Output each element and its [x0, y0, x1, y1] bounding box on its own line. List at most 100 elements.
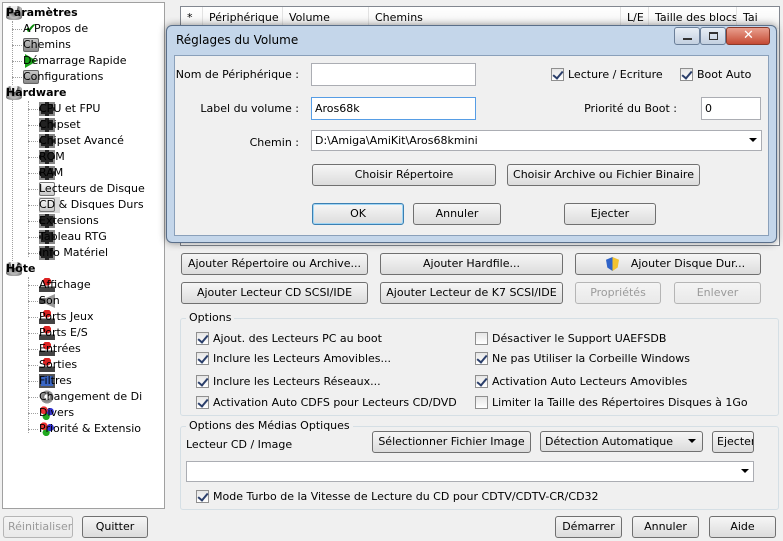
tree-item-5[interactable]: Configurations: [23, 69, 103, 85]
tree-item-22[interactable]: Entrées: [39, 341, 81, 357]
tree-item-25[interactable]: Changement de Di: [39, 389, 142, 405]
tree-item-14[interactable]: Extensions: [39, 213, 99, 229]
choose-directory-button[interactable]: Choisir Répertoire: [312, 164, 496, 186]
checkbox-box[interactable]: [680, 67, 693, 81]
option-network-drives-checkbox[interactable]: Inclure les Lecteurs Réseaux...: [196, 373, 381, 389]
option-removable-drives-checkbox[interactable]: Inclure les Lecteurs Amovibles...: [196, 350, 391, 366]
volume-label-input[interactable]: Aros68k: [311, 97, 476, 120]
minimize-icon: [683, 38, 692, 40]
tree-item-26[interactable]: Divers: [39, 405, 74, 421]
path-select[interactable]: D:\Amiga\AmiKit\Aros68kmini: [311, 130, 762, 151]
add-directory-button[interactable]: Ajouter Répertoire ou Archive...: [181, 253, 368, 275]
tree-item-4[interactable]: Démarrage Rapide: [23, 53, 126, 69]
tree-item-1[interactable]: Paramètres: [6, 5, 78, 21]
tree-item-label: Ports Jeux: [39, 310, 94, 323]
tree-item-6[interactable]: Hardware: [6, 85, 66, 101]
tree-item-16[interactable]: Info Matériel: [39, 245, 108, 261]
optical-eject-button[interactable]: Ejecter: [712, 431, 754, 453]
start-button[interactable]: Démarrer: [555, 516, 622, 538]
shield-icon: [606, 257, 619, 271]
tree-item-8[interactable]: Chipset: [39, 117, 81, 133]
tree-item-9[interactable]: Chipset Avancé: [39, 133, 124, 149]
tree-item-label: Filtres: [39, 374, 72, 387]
tree-item-label: Changement de Di: [39, 390, 143, 403]
checkbox-label: Inclure les Lecteurs Amovibles...: [213, 351, 392, 365]
minimize-button[interactable]: [674, 27, 700, 45]
tree-item-label: Démarrage Rapide: [23, 54, 127, 67]
quit-button[interactable]: Quitter: [82, 516, 148, 538]
help-button[interactable]: Aide: [709, 516, 776, 538]
checkbox-label: Activation Auto CDFS pour Lecteurs CD/DV…: [213, 395, 457, 409]
tree-item-label: Priorité & Extensio: [39, 422, 142, 435]
checkbox-box[interactable]: [475, 395, 488, 409]
maximize-icon: [709, 32, 718, 40]
tree-item-20[interactable]: Ports Jeux: [39, 309, 94, 325]
tree-item-13[interactable]: CD & Disques Durs: [39, 197, 144, 213]
add-harddrive-button[interactable]: Ajouter Disque Dur...: [575, 253, 761, 275]
tree-item-2[interactable]: ✔ A Propos de: [23, 21, 88, 37]
readwrite-checkbox[interactable]: Lecture / Ecriture: [551, 66, 663, 82]
tree-item-12[interactable]: Lecteurs de Disque: [39, 181, 145, 197]
tree-item-7[interactable]: CPU et FPU: [39, 101, 100, 117]
footer-cancel-button[interactable]: Annuler: [632, 516, 699, 538]
add-tape-drive-button[interactable]: Ajouter Lecteur de K7 SCSI/IDE: [380, 282, 563, 304]
choose-archive-button[interactable]: Choisir Archive ou Fichier Binaire: [507, 164, 700, 186]
option-disable-uaefsdb-checkbox[interactable]: Désactiver le Support UAEFSDB: [475, 330, 666, 346]
maximize-button[interactable]: [700, 27, 726, 45]
tree-item-18[interactable]: Affichage: [39, 277, 91, 293]
option-limit-dir-size-checkbox[interactable]: Limiter la Taille des Répertoires Disque…: [475, 394, 748, 410]
add-cd-drive-button[interactable]: Ajouter Lecteur CD SCSI/IDE: [181, 282, 368, 304]
checkbox-label: Activation Auto Lecteurs Amovibles: [492, 374, 688, 388]
tree-item-3[interactable]: Chemins: [23, 37, 71, 53]
option-add-pc-drives-checkbox[interactable]: Ajout. des Lecteurs PC au boot: [196, 330, 382, 346]
checkbox-box[interactable]: [551, 67, 564, 81]
checkbox-box[interactable]: [196, 489, 209, 503]
chevron-down-icon: [749, 138, 757, 142]
checkbox-label: Ne pas Utiliser la Corbeille Windows: [492, 351, 691, 365]
checkbox-box[interactable]: [475, 331, 488, 345]
select-image-file-button[interactable]: Sélectionner Fichier Image: [372, 431, 531, 453]
checkbox-box[interactable]: [475, 351, 488, 365]
tree-item-label: Tableau RTG: [39, 230, 107, 243]
checkbox-label: Ajout. des Lecteurs PC au boot: [213, 331, 382, 345]
dialog-cancel-button[interactable]: Annuler: [413, 203, 501, 225]
tree-item-17[interactable]: Hôte: [6, 261, 35, 277]
tree-item-label: Info Matériel: [39, 246, 109, 259]
tree-item-23[interactable]: Sorties: [39, 357, 77, 373]
tree-item-24[interactable]: Filtres: [39, 373, 72, 389]
ok-button[interactable]: OK: [312, 203, 404, 225]
settings-tree[interactable]: Paramètres ✔ A Propos de Chemins Démarrage R…: [2, 2, 165, 509]
checkbox-box[interactable]: [196, 351, 209, 365]
checkbox-box[interactable]: [196, 395, 209, 409]
tree-item-label: Affichage: [39, 278, 91, 291]
cd-image-label: Lecteur CD / Image: [186, 438, 293, 451]
tree-item-label: Sorties: [39, 358, 78, 371]
checkbox-box[interactable]: [475, 374, 488, 388]
detection-mode-select[interactable]: Détection Automatique: [540, 431, 703, 452]
option-auto-cdfs-checkbox[interactable]: Activation Auto CDFS pour Lecteurs CD/DV…: [196, 394, 457, 410]
option-auto-removable-checkbox[interactable]: Activation Auto Lecteurs Amovibles: [475, 373, 687, 389]
tree-item-21[interactable]: Ports E/S: [39, 325, 88, 341]
properties-button[interactable]: Propriétés: [575, 282, 661, 304]
tree-item-19[interactable]: Son: [39, 293, 60, 309]
tree-item-10[interactable]: ROM: [39, 149, 65, 165]
tree-item-label: Configurations: [23, 70, 104, 83]
dialog-eject-button[interactable]: Ejecter: [564, 203, 656, 225]
bootauto-checkbox[interactable]: Boot Auto: [680, 66, 751, 82]
remove-button[interactable]: Enlever: [674, 282, 761, 304]
checkbox-label: Limiter la Taille des Répertoires Disque…: [492, 395, 748, 409]
boot-priority-input[interactable]: 0: [701, 97, 761, 120]
add-hardfile-button[interactable]: Ajouter Hardfile...: [380, 253, 563, 275]
checkbox-box[interactable]: [196, 331, 209, 345]
tree-item-11[interactable]: RAM: [39, 165, 63, 181]
cd-image-path-select[interactable]: [186, 461, 754, 482]
close-button[interactable]: ✕: [726, 27, 770, 45]
tree-item-15[interactable]: Tableau RTG: [39, 229, 107, 245]
tree-item-27[interactable]: Priorité & Extensio: [39, 421, 141, 437]
turbo-cd-read-checkbox[interactable]: Mode Turbo de la Vitesse de Lecture du C…: [196, 488, 599, 504]
option-no-recycle-bin-checkbox[interactable]: Ne pas Utiliser la Corbeille Windows: [475, 350, 690, 366]
device-name-input[interactable]: [311, 63, 476, 86]
reset-button[interactable]: Réinitialiser: [3, 516, 73, 538]
checkbox-box[interactable]: [196, 374, 209, 388]
tree-item-label: CD & Disques Durs: [39, 198, 144, 211]
